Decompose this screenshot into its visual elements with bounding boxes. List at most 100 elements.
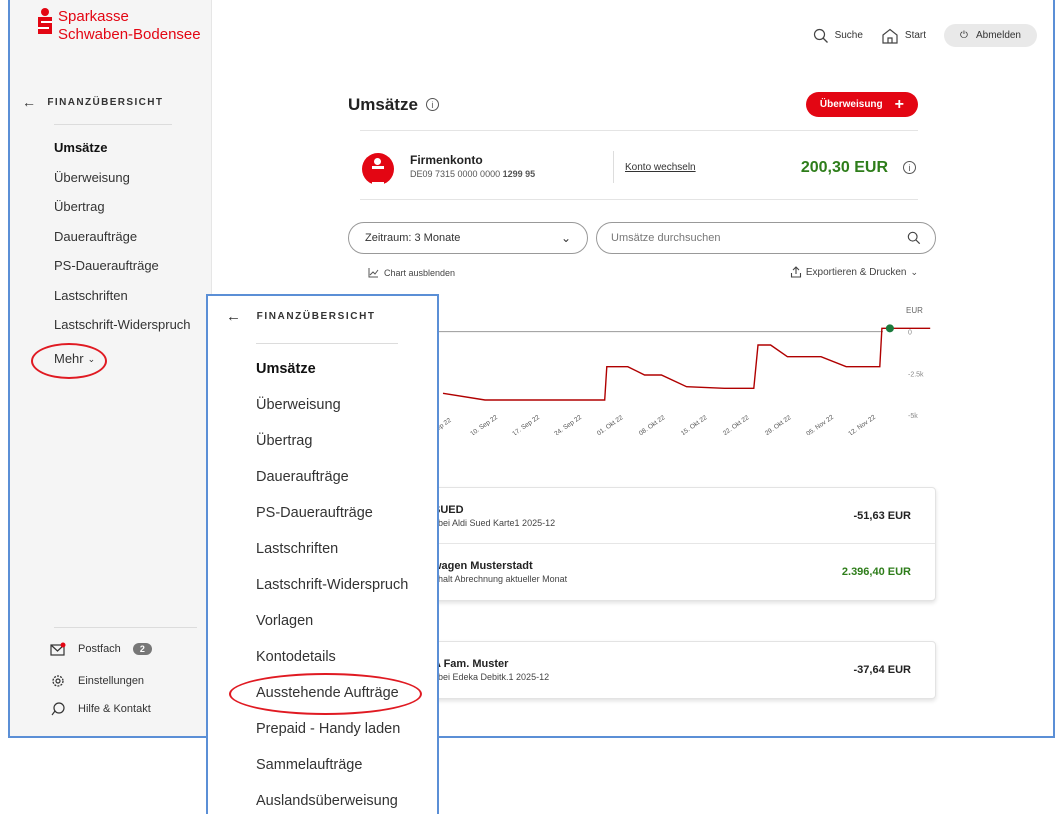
transaction-row[interactable]: A Fam. Muster f bei Edeka Debitk.1 2025-… [431,642,935,698]
nav-item-auslandsueberweisung[interactable]: Auslandsüberweisung [256,790,408,826]
transfer-button-label: Überweisung [819,99,883,110]
period-select[interactable]: Zeitraum: 3 Monate ⌄ [348,222,588,254]
sidebar-item-uebertrag[interactable]: Übertrag [54,197,191,227]
y-tick-label: -5k [908,413,918,420]
transaction-name: A Fam. Muster [433,658,509,670]
chevron-down-icon: ⌄ [910,266,918,277]
logout-button[interactable]: ⏻ Abmelden [944,24,1037,47]
transaction-detail: f bei Edeka Debitk.1 2025-12 [433,672,550,682]
back-label: FINANZÜBERSICHT [256,311,376,322]
nav-item-dauerauftraege[interactable]: Daueraufträge [256,466,408,502]
nav-item-vorlagen[interactable]: Vorlagen [256,610,408,646]
help-chat-icon [51,702,65,716]
mail-icon [50,642,66,656]
account-iban: DE09 7315 0000 0000 1299 95 [410,169,536,179]
logout-label: Abmelden [975,30,1021,41]
current-balance-marker [885,324,894,333]
hide-chart-label: Chart ausblenden [384,268,456,278]
brand-line-1: Sparkasse [58,8,129,25]
nav-item-ueberweisung[interactable]: Überweisung [256,394,408,430]
y-tick-label: -2.5k [908,371,924,378]
postfach-label: Postfach [78,643,121,655]
line-chart-icon [368,268,379,278]
overlay-menu: Umsätze Überweisung Übertrag Daueraufträ… [256,358,408,826]
expanded-navigation-panel: ← FINANZÜBERSICHT Umsätze Überweisung Üb… [206,294,439,814]
search-icon[interactable] [907,231,921,245]
nav-item-uebertrag[interactable]: Übertrag [256,430,408,466]
divider [256,343,398,344]
sidebar-item-lastschriften[interactable]: Lastschriften [54,286,191,316]
power-icon: ⏻ [960,30,968,41]
x-tick-label: 05. Nov 22 [805,414,835,435]
sparkasse-logo-icon [362,153,394,185]
x-tick-label: 15. Okt 22 [680,414,709,435]
search-link[interactable]: Suche [813,28,863,44]
sidebar-item-dauerauftraege[interactable]: Daueraufträge [54,227,191,257]
account-balance: 200,30 EUR [800,159,888,176]
search-placeholder: Umsätze durchsuchen [611,232,721,244]
postfach-link[interactable]: Postfach 2 [50,642,152,656]
balance-info-icon[interactable]: i [903,161,916,174]
x-tick-label: 22. Okt 22 [722,414,751,435]
plus-icon: + [894,95,904,113]
period-select-value: Zeitraum: 3 Monate [365,232,461,244]
transaction-group-2: A Fam. Muster f bei Edeka Debitk.1 2025-… [430,641,936,699]
transaction-amount: -51,63 EUR [853,510,911,522]
transaction-name: wagen Musterstadt [433,560,533,572]
transaction-row[interactable]: wagen Musterstadt ehalt Abrechnung aktue… [431,544,935,600]
x-tick-label: 01. Okt 22 [596,414,625,435]
top-bar: Suche Start ⏻ Abmelden [813,24,1037,47]
help-link[interactable]: Hilfe & Kontakt [50,701,151,717]
back-to-overview[interactable]: ← FINANZÜBERSICHT [226,308,376,325]
sparkasse-logo-icon [38,8,52,34]
export-label: Exportieren & Drucken [805,266,907,278]
account-card: Firmenkonto DE09 7315 0000 0000 1299 95 … [360,130,918,200]
sidebar-item-umsaetze[interactable]: Umsätze [54,138,191,168]
page-title: Umsätze [348,94,418,114]
nav-item-sammelauftraege[interactable]: Sammelaufträge [256,754,408,790]
sidebar-item-ueberweisung[interactable]: Überweisung [54,168,191,198]
chevron-down-icon: ⌄ [560,231,571,245]
divider [54,627,197,628]
share-icon [790,266,801,278]
annotation-oval-mehr [31,343,107,379]
transaction-amount: -37,64 EUR [853,664,911,676]
switch-account-link[interactable]: Konto wechseln [625,162,696,173]
new-transfer-button[interactable]: Überweisung + [805,92,918,117]
transactions-search-input[interactable]: Umsätze durchsuchen [596,222,936,254]
gear-icon [52,675,64,687]
balance-series-line [442,327,931,401]
nav-item-ps-dauerauftraege[interactable]: PS-Daueraufträge [256,502,408,538]
transaction-group-1: SUED f bei Aldi Sued Karte1 2025-12 -51,… [430,487,936,601]
x-tick-label: 24. Sep 22 [553,414,583,435]
hide-chart-toggle[interactable]: Chart ausblenden [368,268,455,278]
nav-item-lastschrift-widerspruch[interactable]: Lastschrift-Widerspruch [256,574,408,610]
transaction-detail: ehalt Abrechnung aktueller Monat [433,574,568,584]
info-icon[interactable]: i [425,98,439,111]
start-link[interactable]: Start [881,28,926,44]
back-label: FINANZÜBERSICHT [47,96,164,108]
arrow-left-icon: ← [226,308,243,325]
x-tick-label: 17. Sep 22 [511,414,541,435]
y-tick-label: 0 [908,330,912,337]
annotation-oval-ausstehende-auftraege [229,673,422,715]
arrow-left-icon: ← [22,94,38,110]
home-icon [882,28,898,44]
sidebar-item-ps-dauerauftraege[interactable]: PS-Daueraufträge [54,256,191,286]
settings-label: Einstellungen [78,675,145,687]
settings-link[interactable]: Einstellungen [50,673,144,689]
x-tick-label: 10. Sep 22 [469,414,499,435]
sidebar-item-lastschrift-widerspruch[interactable]: Lastschrift-Widerspruch [54,315,191,345]
y-axis-label: EUR [906,306,923,315]
search-icon [813,28,828,43]
brand-logo[interactable]: Sparkasse Schwaben-Bodensee [38,8,201,44]
account-name: Firmenkonto [410,153,483,167]
x-tick-label: 29. Okt 22 [764,414,793,435]
export-print-button[interactable]: Exportieren & Drucken ⌄ [790,266,918,278]
back-to-overview[interactable]: ← FINANZÜBERSICHT [22,94,163,110]
nav-item-umsaetze[interactable]: Umsätze [256,358,408,394]
nav-item-prepaid-handy-laden[interactable]: Prepaid - Handy laden [256,718,408,754]
nav-item-lastschriften[interactable]: Lastschriften [256,538,408,574]
transaction-amount: 2.396,40 EUR [841,566,911,578]
transaction-row[interactable]: SUED f bei Aldi Sued Karte1 2025-12 -51,… [431,488,935,544]
